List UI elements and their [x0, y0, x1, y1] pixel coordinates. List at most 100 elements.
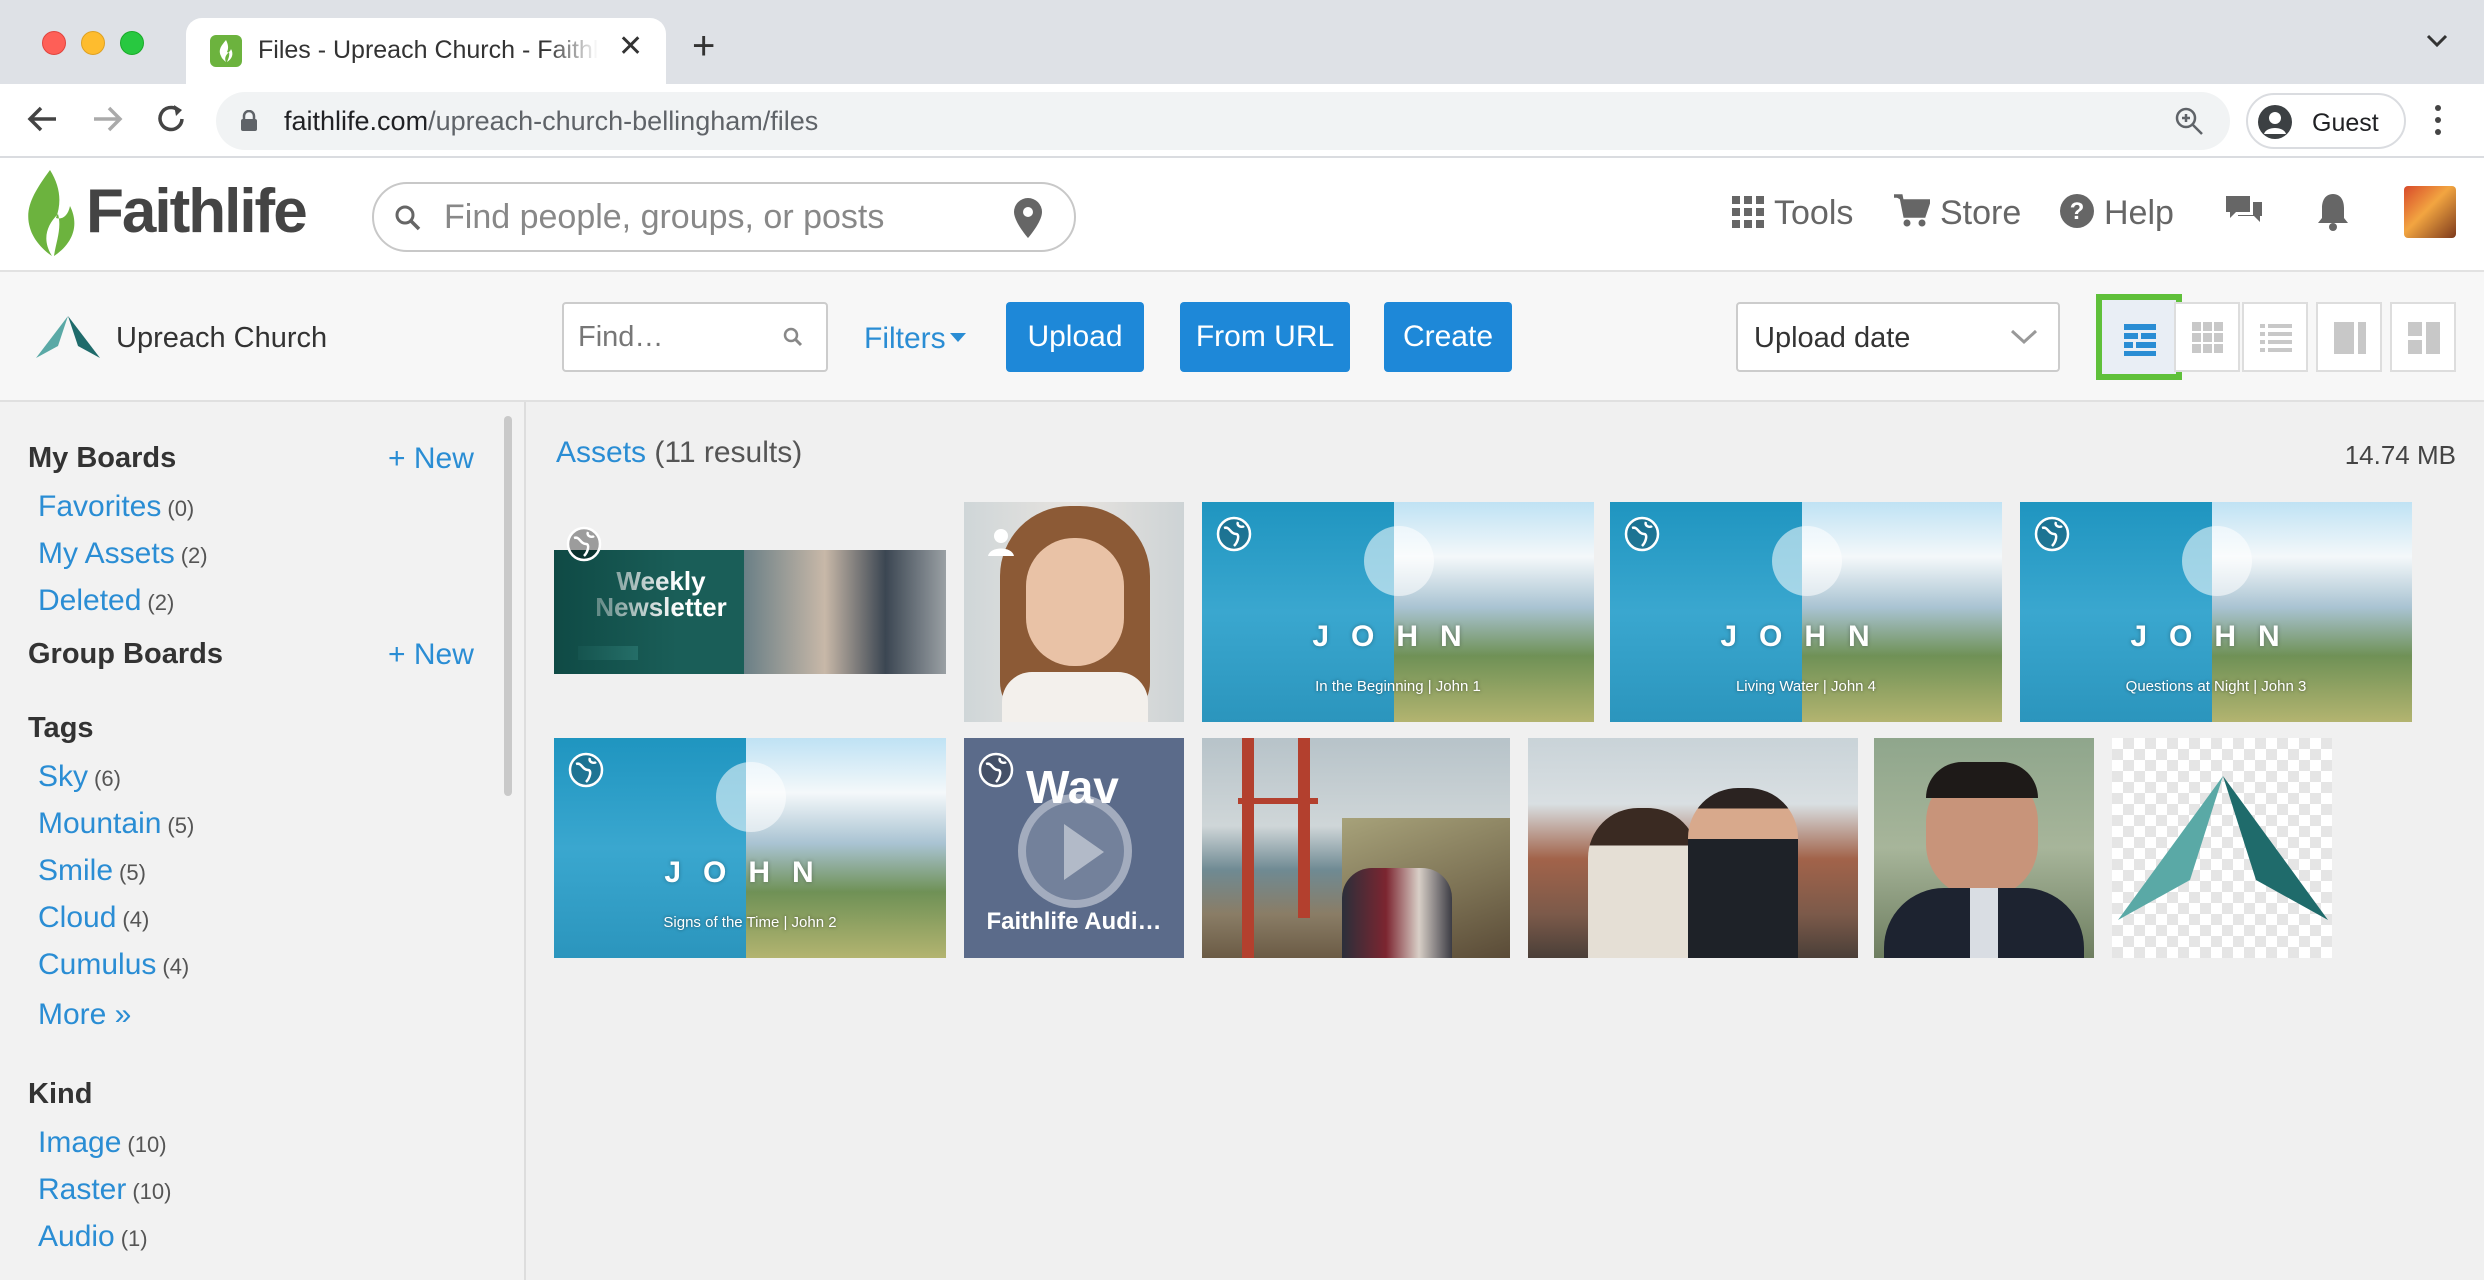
reload-icon[interactable] — [154, 102, 188, 141]
faithlife-header: Faithlife Tools Store ?Help — [0, 158, 2484, 272]
assets-link[interactable]: Assets — [556, 436, 646, 469]
asset-thumbnail-john-3[interactable]: JOHN Questions at Night | John 3 — [2020, 502, 2412, 722]
new-group-board-link[interactable]: + New — [388, 638, 474, 672]
faithlife-favicon-icon — [210, 35, 242, 67]
user-avatar[interactable] — [2404, 186, 2456, 238]
asset-thumbnail-upreach-logo[interactable] — [2112, 738, 2332, 958]
tab-search-chevron-icon[interactable] — [2426, 34, 2448, 53]
john-subtitle: Signs of the Time | John 2 — [663, 914, 837, 931]
window-minimize-button[interactable] — [81, 31, 105, 55]
upload-button[interactable]: Upload — [1006, 302, 1144, 372]
my-boards-heading: My Boards — [28, 442, 177, 474]
sidebar-item-kind-raster[interactable]: Raster (10) — [38, 1173, 171, 1207]
forward-arrow-icon[interactable] — [90, 102, 124, 141]
browser-toolbar: faithlife.com/upreach-church-bellingham/… — [0, 84, 2484, 158]
sidebar-item-deleted[interactable]: Deleted (2) — [38, 584, 174, 618]
messages-icon[interactable] — [2224, 192, 2264, 235]
sidebar: My Boards + New Favorites (0) My Assets (2… — [0, 402, 526, 1280]
sidebar-item-my-assets[interactable]: My Assets (2) — [38, 537, 208, 571]
sidebar-item-tag-cloud[interactable]: Cloud (4) — [38, 901, 149, 935]
assets-heading: Assets (11 results) — [556, 436, 803, 469]
guest-avatar-icon — [2258, 105, 2292, 139]
sort-value: Upload date — [1754, 322, 1911, 354]
total-size: 14.74 MB — [2344, 440, 2456, 470]
sidebar-item-tag-sky[interactable]: Sky (6) — [38, 760, 121, 794]
new-my-board-link[interactable]: + New — [388, 442, 474, 476]
chevron-down-icon — [2010, 328, 2038, 351]
asset-thumbnail-couple[interactable] — [1528, 738, 1858, 958]
john-title: JOHN — [1312, 620, 1484, 653]
search-icon[interactable] — [782, 326, 804, 353]
back-arrow-icon[interactable] — [26, 102, 60, 141]
search-icon — [394, 204, 422, 237]
find-files[interactable] — [562, 302, 828, 372]
asset-thumbnail-portrait-woman[interactable] — [964, 502, 1184, 722]
filters-dropdown[interactable]: Filters — [864, 322, 966, 356]
public-globe-icon — [1624, 516, 1660, 557]
browser-menu-icon[interactable] — [2434, 104, 2442, 141]
upreach-church-logo-icon[interactable] — [36, 316, 100, 365]
sidebar-item-tag-cumulus[interactable]: Cumulus (4) — [38, 948, 189, 982]
sidebar-item-tag-mountain[interactable]: Mountain (5) — [38, 807, 194, 841]
global-search-input[interactable] — [444, 194, 1004, 240]
global-search[interactable] — [372, 182, 1076, 252]
new-tab-icon[interactable]: + — [692, 26, 715, 66]
asset-thumbnail-portrait-man[interactable] — [1874, 738, 2094, 958]
view-grid-button[interactable] — [2174, 302, 2240, 372]
lock-icon[interactable] — [240, 109, 258, 137]
create-button[interactable]: Create — [1384, 302, 1512, 372]
window-close-button[interactable] — [42, 31, 66, 55]
asset-thumbnail-golden-gate-family[interactable] — [1202, 738, 1510, 958]
sidebar-item-favorites[interactable]: Favorites (0) — [38, 490, 194, 524]
john-subtitle: Living Water | John 4 — [1735, 678, 1877, 695]
view-mosaic-button[interactable] — [2096, 294, 2182, 380]
sort-select[interactable]: Upload date — [1736, 302, 2060, 372]
profile-label: Guest — [2312, 109, 2379, 137]
church-name[interactable]: Upreach Church — [116, 322, 327, 355]
kind-heading: Kind — [28, 1078, 93, 1110]
tab-close-icon[interactable]: ✕ — [618, 32, 643, 62]
sidebar-item-kind-audio[interactable]: Audio (1) — [38, 1220, 148, 1254]
help-icon: ? — [2060, 194, 2094, 228]
sidebar-item-tag-smile[interactable]: Smile (5) — [38, 854, 146, 888]
window-zoom-button[interactable] — [120, 31, 144, 55]
tab-title: Files - Upreach Church - Faithlife — [258, 36, 598, 64]
from-url-button[interactable]: From URL — [1180, 302, 1350, 372]
files-toolbar: Upreach Church Filters Upload From URL C… — [0, 272, 2484, 402]
view-single-panel-button[interactable] — [2316, 302, 2382, 372]
store-link[interactable]: Store — [1894, 194, 2021, 233]
faithlife-logo-text[interactable]: Faithlife — [86, 176, 308, 247]
find-files-input[interactable] — [578, 316, 778, 358]
public-globe-icon — [566, 526, 602, 567]
asset-thumbnail-audio[interactable]: Wav Faithlife Audi… — [964, 738, 1184, 958]
john-subtitle: In the Beginning | John 1 — [1315, 678, 1481, 695]
play-icon[interactable] — [1018, 794, 1132, 908]
public-globe-icon — [568, 752, 604, 793]
url-text[interactable]: faithlife.com/upreach-church-bellingham/… — [284, 106, 818, 137]
john-subtitle: Questions at Night | John 3 — [2125, 678, 2307, 695]
help-link[interactable]: ? Help — [2060, 194, 2174, 233]
tags-more-link[interactable]: More » — [38, 998, 131, 1032]
profile-button[interactable]: Guest — [2246, 93, 2406, 149]
view-list-button[interactable] — [2242, 302, 2308, 372]
address-bar[interactable]: faithlife.com/upreach-church-bellingham/… — [216, 92, 2230, 150]
sidebar-scrollbar[interactable] — [504, 416, 512, 796]
location-pin-icon[interactable] — [1014, 198, 1042, 243]
john-title: JOHN — [1720, 620, 1892, 653]
sidebar-item-kind-image[interactable]: Image (10) — [38, 1126, 167, 1160]
asset-thumbnail-john-4[interactable]: JOHN Living Water | John 4 — [1610, 502, 2002, 722]
group-boards-heading: Group Boards — [28, 638, 223, 670]
view-split-panel-button[interactable] — [2390, 302, 2456, 372]
upreach-logo-icon — [2118, 776, 2328, 920]
zoom-in-icon[interactable] — [2174, 106, 2204, 141]
asset-thumbnail-john-1[interactable]: JOHN In the Beginning | John 1 — [1202, 502, 1594, 722]
faithlife-flame-icon[interactable] — [24, 170, 78, 261]
asset-thumbnail-newsletter[interactable]: Weekly Newsletter — [554, 550, 946, 674]
tools-link[interactable]: Tools — [1732, 194, 1853, 233]
notifications-bell-icon[interactable] — [2316, 192, 2350, 237]
audio-title: Faithlife Audi… — [986, 908, 1162, 935]
cart-icon — [1894, 194, 1932, 227]
browser-tab[interactable]: Files - Upreach Church - Faithlife ✕ — [186, 18, 666, 84]
asset-thumbnail-john-2[interactable]: JOHN Signs of the Time | John 2 — [554, 738, 946, 958]
assets-panel: Assets (11 results) 14.74 MB Weekly News… — [526, 402, 2484, 1280]
